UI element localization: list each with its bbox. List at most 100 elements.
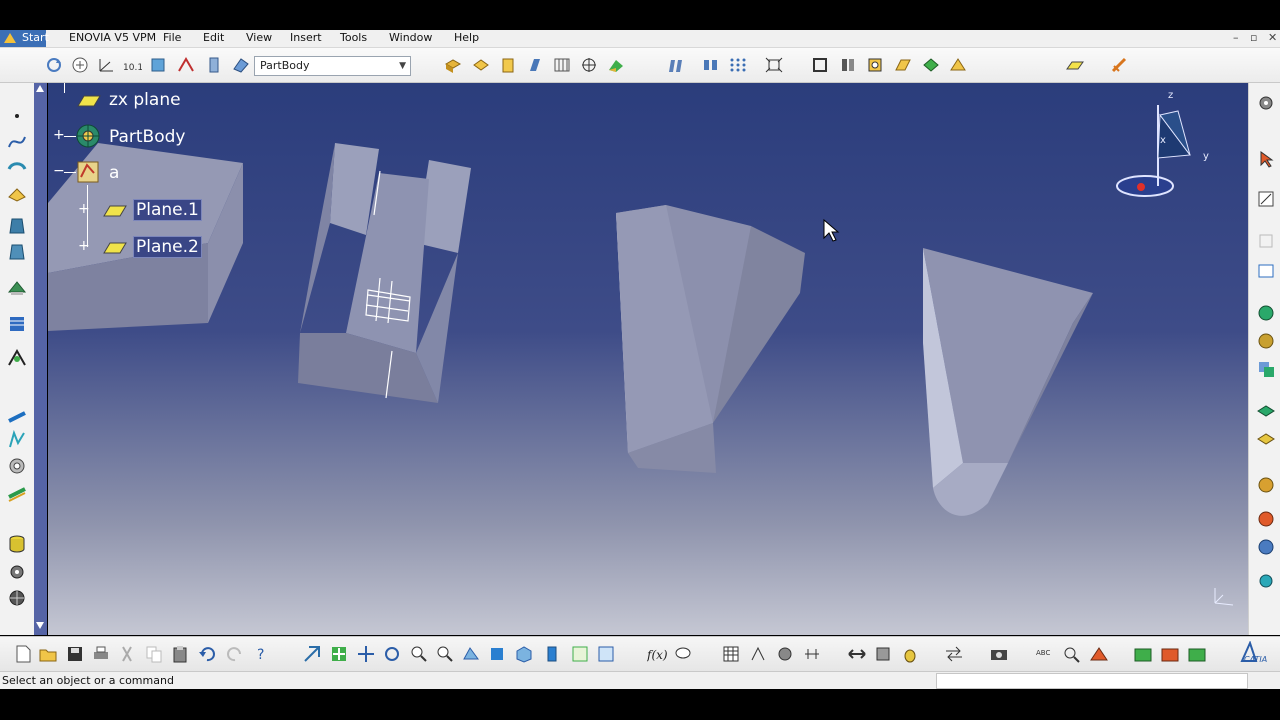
catalog-icon[interactable] (6, 587, 28, 609)
revolve-icon[interactable] (6, 183, 28, 205)
iso-view-icon[interactable] (488, 645, 506, 663)
pocket-icon[interactable] (471, 56, 491, 74)
tool-icon-3[interactable] (1256, 537, 1276, 557)
tree-node-zx-plane[interactable]: zx plane (109, 90, 181, 110)
stack-icon[interactable] (1256, 401, 1276, 421)
zoom-in-icon[interactable] (410, 645, 428, 663)
menu-tools[interactable]: Tools (340, 31, 367, 44)
remove-face-icon[interactable] (948, 56, 968, 74)
rotate-view-icon[interactable] (70, 56, 90, 74)
tree-scrollbar[interactable] (34, 83, 47, 635)
update-icon[interactable] (44, 56, 64, 74)
scroll-up-arrow[interactable] (36, 85, 44, 92)
collapse-icon[interactable]: − (53, 164, 65, 178)
fly-mode-icon[interactable] (303, 645, 321, 663)
shell-icon[interactable] (701, 56, 721, 74)
target-icon[interactable] (579, 56, 599, 74)
knowledge-advisor-icon[interactable] (1133, 645, 1153, 663)
cylinder-icon[interactable] (6, 533, 28, 555)
thickness-icon[interactable] (838, 56, 858, 74)
expand-icon[interactable]: + (78, 202, 90, 216)
tool-icon-2[interactable] (1256, 509, 1276, 529)
shading-icon[interactable] (543, 645, 561, 663)
capture-icon[interactable] (989, 645, 1009, 663)
menu-insert[interactable]: Insert (290, 31, 322, 44)
tree-expand-icon[interactable] (204, 56, 224, 74)
fill-icon[interactable] (6, 277, 28, 299)
tree-node-geoset[interactable]: a (109, 163, 119, 183)
body-selector[interactable]: PartBody ▼ (254, 56, 411, 76)
plane-icon[interactable] (1065, 56, 1085, 74)
swap-visible-icon[interactable] (597, 645, 615, 663)
solid-block-2[interactable] (298, 143, 471, 403)
menu-edit[interactable]: Edit (203, 31, 224, 44)
extrapolate-icon[interactable] (6, 347, 28, 369)
expand-icon[interactable]: + (53, 128, 65, 142)
view-mode-icon[interactable] (515, 645, 533, 663)
close-button[interactable]: ✕ (1268, 31, 1277, 44)
fit-icon[interactable] (330, 645, 348, 663)
scroll-down-arrow[interactable] (36, 622, 44, 629)
mirror-icon[interactable] (148, 56, 168, 74)
gear-icon[interactable] (6, 561, 28, 583)
zoom-out-icon[interactable] (436, 645, 454, 663)
fit-all-icon[interactable] (764, 56, 784, 74)
transform-icon[interactable] (176, 56, 196, 74)
hole-icon[interactable] (525, 56, 545, 74)
layers-icon[interactable] (1256, 359, 1276, 379)
axis-icon[interactable] (96, 56, 116, 74)
globe-icon[interactable] (1256, 303, 1276, 323)
formula-icon[interactable]: f(x) (647, 645, 667, 663)
open-folder-icon[interactable] (39, 645, 57, 663)
table-icon[interactable] (722, 645, 740, 663)
restore-button[interactable]: ▫ (1250, 31, 1257, 44)
pan-icon[interactable] (357, 645, 375, 663)
healing-icon[interactable] (6, 429, 28, 451)
tool-icon-4[interactable] (1256, 571, 1276, 591)
hide-show-icon[interactable] (571, 645, 589, 663)
save-icon[interactable] (66, 645, 84, 663)
compass-widget[interactable] (1116, 105, 1191, 197)
sew-surface-icon[interactable] (893, 56, 913, 74)
join-icon[interactable] (6, 405, 28, 427)
settings-icon[interactable] (1256, 93, 1276, 113)
define-body-icon[interactable] (231, 56, 251, 74)
3d-viewport[interactable]: x y z zx plane + PartBody − a + Plane.1 … (48, 83, 1248, 635)
stack-icon-2[interactable] (1256, 429, 1276, 449)
offset-icon[interactable] (6, 241, 28, 263)
law-icon[interactable] (6, 455, 28, 477)
expand-icon[interactable]: + (78, 239, 90, 253)
menu-view[interactable]: View (246, 31, 272, 44)
redo-icon[interactable] (226, 645, 244, 663)
split-icon[interactable] (810, 56, 830, 74)
sweep-icon[interactable] (6, 215, 28, 237)
measure-item-icon[interactable] (848, 645, 866, 663)
search-icon[interactable] (1062, 645, 1082, 663)
spell-check-icon[interactable]: ABC (1035, 645, 1055, 663)
solid-block-4[interactable] (923, 248, 1093, 516)
frame-icon[interactable] (1256, 261, 1276, 281)
disassemble-icon[interactable] (6, 483, 28, 505)
command-input[interactable] (936, 673, 1248, 689)
tree-node-plane1[interactable]: Plane.1 (133, 199, 202, 221)
inertia-icon[interactable] (874, 645, 892, 663)
swap-icon[interactable] (944, 645, 964, 663)
draft-icon[interactable] (665, 56, 685, 74)
sketch-icon[interactable] (1110, 56, 1130, 74)
tree-node-plane2[interactable]: Plane.2 (133, 236, 202, 258)
tree-node-partbody[interactable]: PartBody (109, 127, 185, 147)
product-knowledge-icon[interactable] (1160, 645, 1180, 663)
grid-icon[interactable] (728, 56, 748, 74)
analysis-icon[interactable] (1256, 331, 1276, 351)
measure-between-icon[interactable] (803, 645, 821, 663)
point-icon[interactable] (6, 105, 28, 127)
fillet-icon[interactable] (606, 56, 626, 74)
print-icon[interactable] (92, 645, 110, 663)
apply-material-icon[interactable] (901, 645, 919, 663)
extrude-icon[interactable] (6, 157, 28, 179)
boolean-icon[interactable] (921, 56, 941, 74)
catalog-editor-icon[interactable] (1187, 645, 1207, 663)
normal-view-icon[interactable] (462, 645, 480, 663)
shaft-icon[interactable] (498, 56, 518, 74)
menu-enovia[interactable]: ENOVIA V5 VPM (69, 31, 156, 44)
